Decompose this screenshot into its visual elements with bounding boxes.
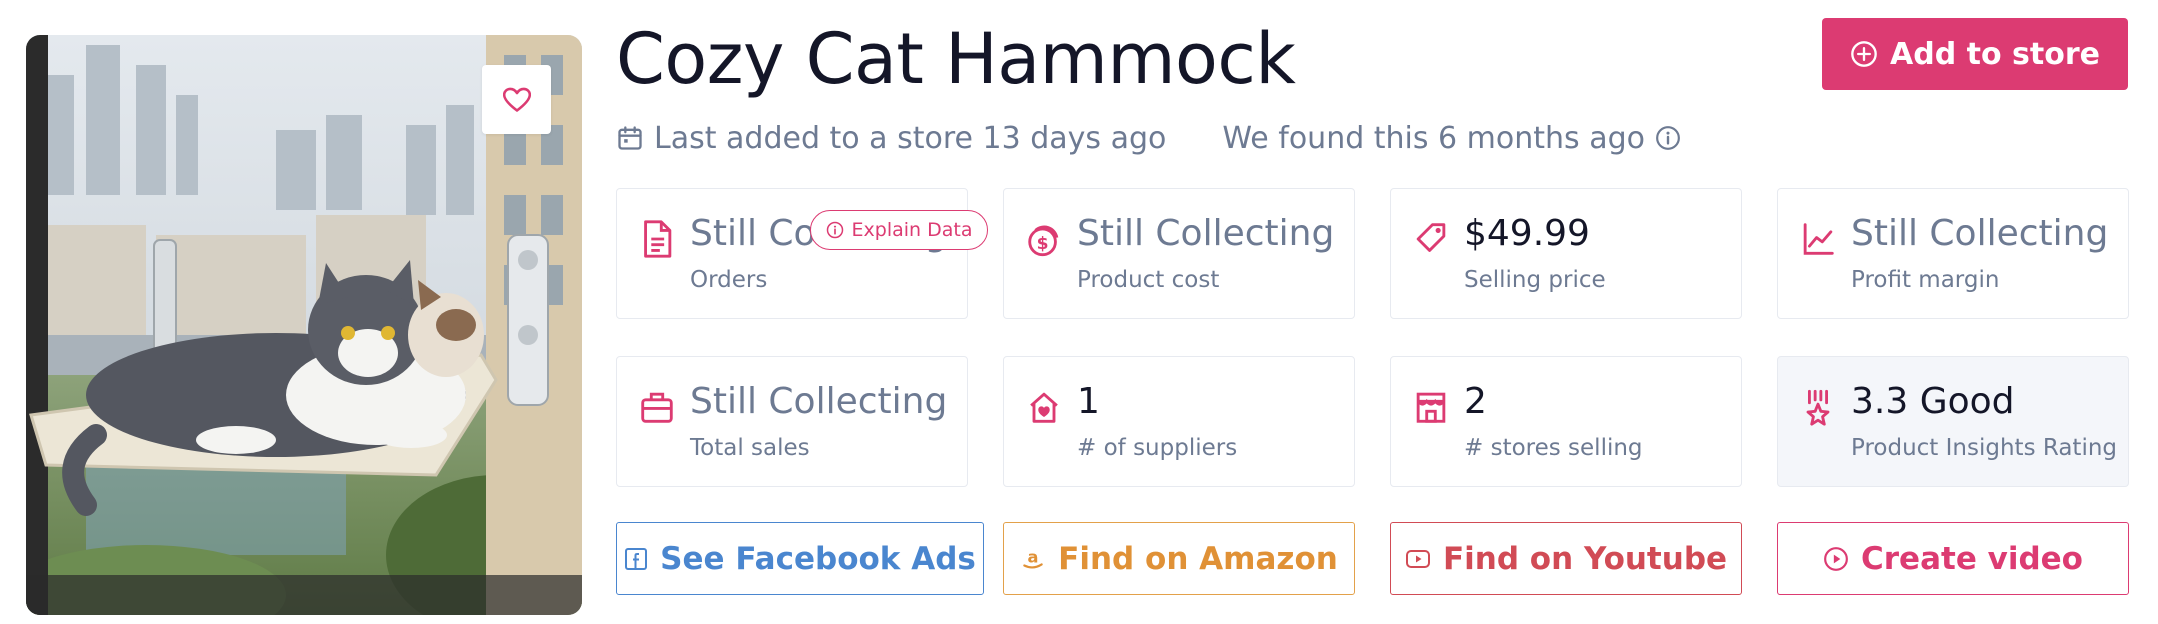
product-meta-row: Last added to a store 13 days ago We fou… — [616, 118, 1681, 158]
find-on-amazon-button[interactable]: a Find on Amazon — [1003, 522, 1355, 595]
total-sales-label: Total sales — [690, 435, 810, 461]
youtube-icon — [1405, 549, 1430, 568]
stat-card-stores-selling: 2 # stores selling — [1390, 356, 1742, 487]
svg-text:a: a — [1028, 547, 1039, 566]
find-on-amazon-label: Find on Amazon — [1058, 540, 1338, 577]
suppliers-label: # of suppliers — [1077, 435, 1238, 461]
product-cost-value: Still Collecting — [1077, 213, 1335, 254]
stat-card-orders: Still Collecting Orders — [616, 188, 968, 319]
heart-icon — [502, 87, 531, 112]
stat-card-suppliers: 1 # of suppliers — [1003, 356, 1355, 487]
info-icon — [826, 221, 843, 239]
insights-rating-value: 3.3 Good — [1851, 381, 2015, 422]
found-info: We found this 6 months ago — [1222, 121, 1681, 156]
create-video-button[interactable]: Create video — [1777, 522, 2129, 595]
last-added-text: Last added to a store 13 days ago — [654, 120, 1167, 156]
profit-margin-value: Still Collecting — [1851, 213, 2109, 254]
document-icon — [644, 220, 672, 258]
selling-price-value: $49.99 — [1464, 213, 1590, 254]
amazon-icon: a — [1023, 547, 1043, 568]
stat-card-product-cost: $ Still Collecting Product cost — [1003, 188, 1355, 319]
stores-selling-label: # stores selling — [1464, 435, 1643, 461]
product-cost-label: Product cost — [1077, 267, 1220, 293]
calendar-icon — [618, 126, 642, 150]
explain-data-chip[interactable]: Explain Data — [810, 210, 988, 250]
favorite-button[interactable] — [482, 65, 551, 134]
stat-card-profit-margin: Still Collecting Profit margin — [1777, 188, 2129, 319]
stores-selling-value: 2 — [1464, 381, 1487, 422]
selling-price-label: Selling price — [1464, 267, 1606, 293]
facebook-icon — [625, 547, 648, 570]
coins-icon: $ — [1028, 225, 1059, 257]
briefcase-icon — [641, 392, 673, 423]
svg-text:$: $ — [1037, 234, 1049, 254]
total-sales-value: Still Collecting — [690, 381, 948, 422]
see-facebook-ads-button[interactable]: See Facebook Ads — [616, 522, 984, 595]
add-to-store-button[interactable]: Add to store — [1822, 18, 2128, 90]
play-circle-icon — [1824, 546, 1848, 571]
create-video-label: Create video — [1861, 540, 2083, 577]
award-icon — [1806, 389, 1830, 426]
explain-data-label: Explain Data — [851, 219, 973, 241]
find-on-youtube-button[interactable]: Find on Youtube — [1390, 522, 1742, 595]
last-added-info: Last added to a store 13 days ago — [616, 121, 1166, 156]
info-icon[interactable] — [1655, 125, 1681, 151]
insights-rating-label: Product Insights Rating — [1851, 435, 2118, 461]
add-to-store-label: Add to store — [1890, 36, 2100, 72]
product-title: Cozy Cat Hammock — [616, 18, 1296, 100]
trend-chart-icon — [1803, 223, 1834, 255]
stat-card-insights-rating: 3.3 Good Product Insights Rating — [1777, 356, 2129, 487]
profit-margin-label: Profit margin — [1851, 267, 2000, 293]
stat-card-total-sales: Still Collecting Total sales — [616, 356, 968, 487]
storefront-icon — [1416, 392, 1446, 423]
suppliers-value: 1 — [1077, 381, 1100, 422]
orders-label: Orders — [690, 267, 768, 293]
see-facebook-ads-label: See Facebook Ads — [660, 540, 976, 577]
house-heart-icon — [1030, 392, 1058, 423]
stat-card-selling-price: $49.99 Selling price — [1390, 188, 1742, 319]
find-on-youtube-label: Find on Youtube — [1442, 540, 1728, 577]
price-tag-icon — [1416, 223, 1446, 252]
found-text: We found this 6 months ago — [1222, 120, 1645, 156]
plus-circle-icon — [1851, 41, 1877, 67]
